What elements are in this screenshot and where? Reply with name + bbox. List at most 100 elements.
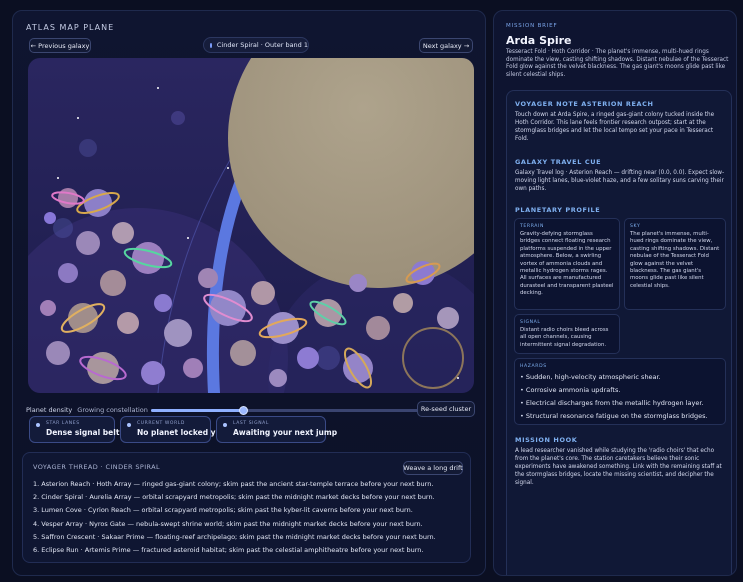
density-row: Planet density Growing constellation bbox=[26, 404, 476, 416]
density-label: Planet density bbox=[26, 406, 73, 414]
planet bbox=[183, 358, 203, 378]
voyager-note-heading: VOYAGER NOTE ASTERION REACH bbox=[515, 100, 654, 108]
sky-text: The planet's immense, multi-hued rings d… bbox=[630, 231, 720, 289]
planet bbox=[437, 307, 459, 329]
hazard-item: Structural resonance fatigue on the stor… bbox=[520, 410, 720, 423]
thread-title: VOYAGER THREAD · CINDER SPIRAL bbox=[33, 463, 161, 471]
planet bbox=[349, 274, 367, 292]
planet bbox=[269, 369, 287, 387]
faint-planet bbox=[79, 139, 97, 157]
hazards-heading: HAZARDS bbox=[520, 364, 547, 369]
hazard-item: Corrosive ammonia updrafts. bbox=[520, 384, 720, 397]
signal-heading: SIGNAL bbox=[520, 320, 541, 325]
travel-cue-text: Galaxy Travel log · Asterion Reach — dri… bbox=[515, 170, 725, 192]
planet bbox=[366, 316, 390, 340]
star bbox=[57, 177, 59, 179]
stat-value: No planet locked yet bbox=[137, 428, 225, 437]
stat-label: LAST SIGNAL bbox=[233, 421, 269, 426]
sky-heading: SKY bbox=[630, 224, 641, 229]
planet bbox=[58, 188, 78, 208]
planet bbox=[132, 242, 164, 274]
brief-subtitle: Tesseract Fold · Hoth Corridor · The pla… bbox=[506, 49, 729, 78]
stat-last-signal: LAST SIGNAL Awaiting your next jump bbox=[216, 416, 338, 443]
sky-box: SKY The planet's immense, multi-hued rin… bbox=[624, 218, 726, 310]
mission-hook-text: A lead researcher vanished while studyin… bbox=[515, 448, 722, 486]
stat-dot-icon bbox=[36, 423, 40, 427]
brief-title: Arda Spire bbox=[506, 34, 572, 47]
hazard-item: Sudden, high-velocity atmospheric shear. bbox=[520, 371, 720, 384]
sector-chip: Cinder Spiral · Outer band 1 bbox=[203, 37, 309, 53]
star bbox=[187, 237, 189, 239]
hazard-item: Electrical discharges from the metallic … bbox=[520, 397, 720, 410]
list-item[interactable]: 4. Vesper Array · Nyros Gate — nebula-sw… bbox=[33, 518, 436, 531]
list-item[interactable]: 3. Lumen Cove · Cyrion Reach — orbital s… bbox=[33, 504, 436, 517]
planet bbox=[251, 281, 275, 305]
stat-current-world: CURRENT WORLD No planet locked yet bbox=[120, 416, 225, 443]
planet bbox=[164, 319, 192, 347]
list-item[interactable]: 5. Saffron Crescent · Sakaar Prime — flo… bbox=[33, 531, 436, 544]
planet bbox=[343, 353, 373, 383]
terrain-heading: TERRAIN bbox=[520, 224, 545, 229]
density-slider-fill bbox=[151, 409, 243, 412]
planet bbox=[297, 347, 319, 369]
star bbox=[457, 377, 459, 379]
planet bbox=[393, 293, 413, 313]
list-item[interactable]: 6. Eclipse Run · Artemis Prime — fractur… bbox=[33, 544, 436, 557]
sector-chip-label: Cinder Spiral · Outer band 1 bbox=[216, 41, 308, 49]
weave-long-drift-button[interactable]: Weave a long drift bbox=[403, 461, 463, 475]
density-slider[interactable] bbox=[151, 406, 421, 415]
thread-list: 1. Asterion Reach · Hoth Array — ringed … bbox=[33, 478, 436, 557]
planet bbox=[58, 263, 78, 283]
signal-text: Distant radio choirs bleed across all op… bbox=[520, 327, 609, 348]
voyager-thread: VOYAGER THREAD · CINDER SPIRAL Weave a l… bbox=[22, 452, 471, 563]
brief-card: VOYAGER NOTE ASTERION REACH Touch down a… bbox=[506, 90, 732, 575]
star bbox=[227, 167, 229, 169]
mission-hook-heading: MISSION HOOK bbox=[515, 436, 578, 444]
stat-label: STAR LANES bbox=[46, 421, 80, 426]
stat-value: Dense signal belt bbox=[46, 428, 120, 437]
terrain-text: Gravity-defying stormglass bridges conne… bbox=[520, 231, 614, 297]
density-slider-thumb[interactable] bbox=[239, 406, 248, 415]
planet bbox=[230, 340, 256, 366]
hazards-list: Sudden, high-velocity atmospheric shear.… bbox=[520, 371, 720, 423]
stat-value: Awaiting your next jump bbox=[233, 428, 338, 437]
stat-label: CURRENT WORLD bbox=[137, 421, 185, 426]
travel-cue-heading: GALAXY TRAVEL CUE bbox=[515, 158, 602, 166]
planet bbox=[198, 268, 218, 288]
star bbox=[157, 87, 159, 89]
planet bbox=[44, 212, 56, 224]
planet bbox=[46, 341, 70, 365]
sector-dot-icon bbox=[210, 42, 212, 48]
faint-planet bbox=[316, 346, 340, 370]
brief-kicker: MISSION BRIEF bbox=[506, 23, 558, 29]
stat-dot-icon bbox=[223, 423, 227, 427]
planet bbox=[68, 303, 98, 333]
list-item[interactable]: 2. Cinder Spiral · Aurelia Array — orbit… bbox=[33, 491, 436, 504]
terrain-box: TERRAIN Gravity-defying stormglass bridg… bbox=[514, 218, 620, 310]
signal-box: SIGNAL Distant radio choirs bleed across… bbox=[514, 314, 620, 354]
faint-planet bbox=[171, 111, 185, 125]
faint-planet bbox=[53, 218, 73, 238]
star bbox=[77, 117, 79, 119]
planet bbox=[76, 231, 100, 255]
atlas-title: ATLAS MAP PLANE bbox=[26, 23, 115, 32]
planet bbox=[112, 222, 134, 244]
planet bbox=[100, 270, 126, 296]
planet bbox=[141, 361, 165, 385]
list-item[interactable]: 1. Asterion Reach · Hoth Array — ringed … bbox=[33, 478, 436, 491]
reseed-cluster-button[interactable]: Re-seed cluster bbox=[417, 401, 475, 417]
stat-star-lanes: STAR LANES Dense signal belt bbox=[29, 416, 120, 443]
planet bbox=[117, 312, 139, 334]
profile-heading: PLANETARY PROFILE bbox=[515, 206, 601, 214]
planet bbox=[267, 312, 299, 344]
planet bbox=[154, 294, 172, 312]
mission-brief-panel: MISSION BRIEF Arda Spire Tesseract Fold … bbox=[493, 10, 737, 576]
atlas-map[interactable] bbox=[28, 58, 474, 393]
hazards-box: HAZARDS Sudden, high-velocity atmospheri… bbox=[514, 358, 726, 425]
previous-galaxy-button[interactable]: ← Previous galaxy bbox=[29, 38, 91, 53]
voyager-note-text: Touch down at Arda Spire, a ringed gas-g… bbox=[515, 112, 715, 142]
planet bbox=[40, 300, 56, 316]
next-galaxy-button[interactable]: Next galaxy → bbox=[419, 38, 473, 53]
stat-dot-icon bbox=[127, 423, 131, 427]
density-value-label: Growing constellation bbox=[77, 406, 148, 414]
